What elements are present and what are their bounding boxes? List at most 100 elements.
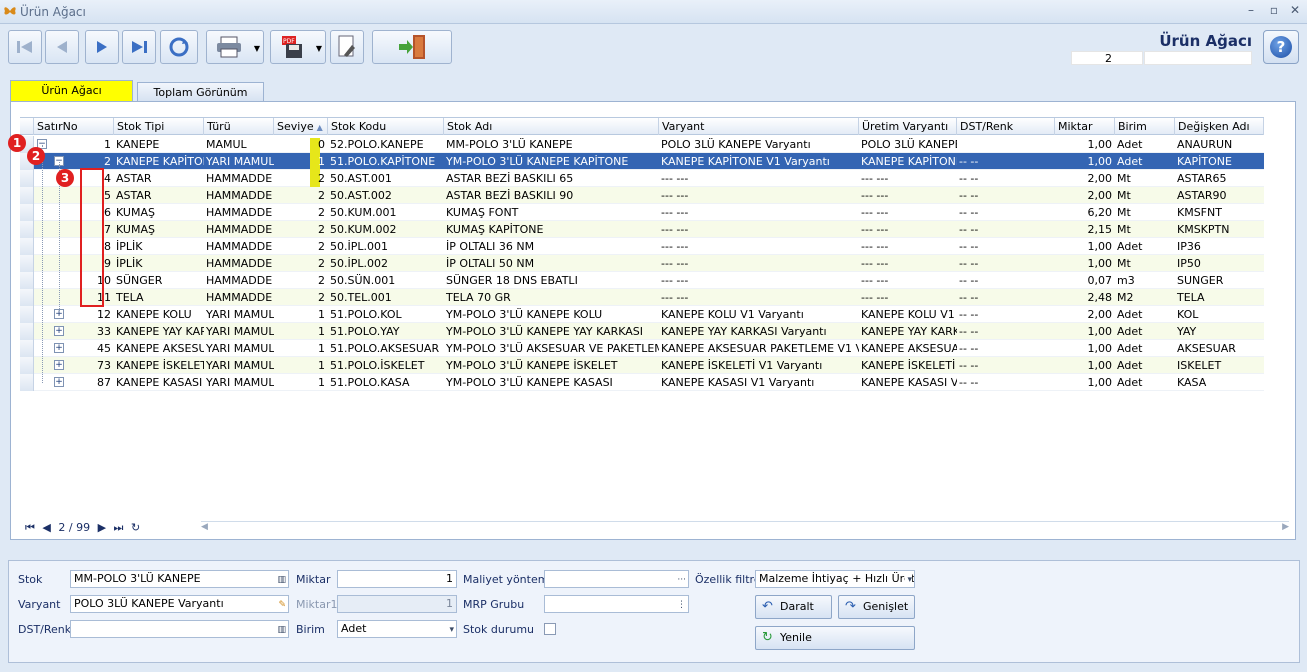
header-birim[interactable]: Birim [1115, 118, 1175, 135]
lookup-icon[interactable]: ▥ [277, 572, 286, 587]
row-indicator[interactable] [20, 255, 34, 272]
table-row[interactable]: +12 KANEPE KOLU YARI MAMUL 1 51.POLO.KOL YM-P… [20, 306, 1264, 323]
refresh-button[interactable] [160, 30, 198, 64]
tab-toplam-gorunum[interactable]: Toplam Görünüm [137, 82, 264, 102]
header-stok-kodu[interactable]: Stok Kodu [328, 118, 444, 135]
header-satirno[interactable]: SatırNo [34, 118, 114, 135]
varyant-field[interactable]: POLO 3LÜ KANEPE Varyantı ✎ [70, 595, 289, 613]
cell-uretim: --- --- [861, 206, 889, 219]
dst-renk-field[interactable]: ▥ [70, 620, 289, 638]
cell-no: 12 [97, 308, 111, 321]
table-row[interactable]: 7 KUMAŞ HAMMADDE 2 50.KUM.002 KUMAŞ KAPİTONE -… [20, 221, 1264, 238]
row-indicator[interactable] [20, 340, 34, 357]
grid-header: SatırNo Stok Tipi Türü Seviye ▲ Stok Kodu… [20, 117, 1264, 135]
ozellik-filtre-select[interactable]: Malzeme İhtiyaç + Hızlı Üretim ▾ [755, 570, 915, 588]
grid-pager: ⏮ ◀ 2 / 99 ▶ ⏭ ↻ [25, 521, 144, 535]
last-record-button[interactable] [122, 30, 156, 64]
help-button[interactable]: ? [1263, 30, 1299, 64]
row-indicator[interactable] [20, 187, 34, 204]
next-record-button[interactable] [85, 30, 119, 64]
cell-miktar: 1,00 [1087, 138, 1113, 151]
birim-select[interactable]: Adet ▾ [337, 620, 457, 638]
tree-list-icon[interactable]: ⋮ [677, 597, 686, 612]
mrp-grubu-field[interactable]: ⋮ [544, 595, 689, 613]
cell-seviye: 1 [318, 308, 325, 321]
miktar-field[interactable]: 1 [337, 570, 457, 588]
cell-kodu: 51.POLO.İSKELET [330, 359, 425, 372]
cell-varyant: --- --- [661, 206, 689, 219]
lookup-icon[interactable]: ▥ [277, 622, 286, 637]
table-row[interactable]: 11 TELA HAMMADDE 2 50.TEL.001 TELA 70 GR --- -… [20, 289, 1264, 306]
table-row[interactable]: 6 KUMAŞ HAMMADDE 2 50.KUM.001 KUMAŞ FONT --- -… [20, 204, 1264, 221]
header-turu[interactable]: Türü [204, 118, 274, 135]
table-row[interactable]: +73 KANEPE İSKELETİ YARI MAMUL 1 51.POLO.İSK… [20, 357, 1264, 374]
row-indicator[interactable] [20, 357, 34, 374]
table-row[interactable]: −2KANEPE KAPİTONEYARI MAMUL151.POLO.KAPİ… [20, 153, 1264, 170]
table-row[interactable]: 8 İPLİK HAMMADDE 2 50.İPL.001 İP OLTALI 36 NM… [20, 238, 1264, 255]
ozellik-filtre-value: Malzeme İhtiyaç + Hızlı Üretim [759, 572, 915, 585]
exit-button[interactable] [372, 30, 452, 64]
yenile-button[interactable]: ↻ Yenile [755, 626, 915, 650]
table-row[interactable]: +87 KANEPE KASASI YARI MAMUL 1 51.POLO.KASA Y… [20, 374, 1264, 391]
stok-durumu-checkbox[interactable] [544, 623, 556, 635]
print-button[interactable]: ▼ [206, 30, 264, 64]
restore-button[interactable]: ▫ [1265, 3, 1283, 19]
table-row[interactable]: 5 ASTAR HAMMADDE 2 50.AST.002 ASTAR BEZİ BASK… [20, 187, 1264, 204]
row-indicator[interactable] [20, 323, 34, 340]
pager-last-icon[interactable]: ⏭ [114, 521, 124, 534]
table-row[interactable]: +33KANEPE YAY KARKASIYARI MAMUL151.POLO.… [20, 323, 1264, 340]
maliyet-field[interactable]: ··· [544, 570, 689, 588]
header-seviye[interactable]: Seviye ▲ [274, 118, 328, 135]
scroll-right-icon[interactable]: ▶ [1282, 522, 1289, 532]
row-indicator[interactable] [20, 272, 34, 289]
header-varyant[interactable]: Varyant [659, 118, 859, 135]
export-pdf-button[interactable]: PDF ▼ [270, 30, 326, 64]
row-indicator[interactable] [20, 221, 34, 238]
tree-grid: SatırNo Stok Tipi Türü Seviye ▲ Stok Kodu… [10, 101, 1296, 540]
varyant-value: POLO 3LÜ KANEPE Varyantı [74, 597, 224, 610]
table-row[interactable]: 10 SÜNGER HAMMADDE 2 50.SÜN.001 SÜNGER 18 DNS… [20, 272, 1264, 289]
table-row[interactable]: 4 ASTAR HAMMADDE 2 50.AST.001 ASTAR BEZİ BASK… [20, 170, 1264, 187]
cell-no: 87 [97, 376, 111, 389]
header-uretim-varyanti[interactable]: Üretim Varyantı [859, 118, 957, 135]
cell-uretim: KANEPE İSKELETİ V [861, 359, 957, 372]
prev-icon [57, 41, 67, 53]
ellipsis-icon[interactable]: ··· [677, 572, 686, 587]
settings-button[interactable] [330, 30, 364, 64]
pager-refresh-icon[interactable]: ↻ [131, 521, 140, 534]
cell-turu: YARI MAMUL [206, 359, 274, 372]
header-degisken-adi[interactable]: Değişken Adı [1175, 118, 1264, 135]
first-record-button[interactable] [8, 30, 42, 64]
cell-adi: KUMAŞ FONT [446, 206, 519, 219]
scroll-left-icon[interactable]: ◀ [201, 522, 208, 532]
tab-urun-agaci[interactable]: Ürün Ağacı [10, 80, 133, 102]
header-miktar[interactable]: Miktar [1055, 118, 1115, 135]
cell-dst [957, 136, 1055, 153]
row-indicator[interactable] [20, 306, 34, 323]
table-row[interactable]: +45KANEPE AKSESUARYARI MAMUL151.POLO.AKS… [20, 340, 1264, 357]
dst-renk-label: DST/Renk [18, 623, 72, 636]
close-button[interactable]: ✕ [1286, 3, 1304, 19]
table-row[interactable]: 9 İPLİK HAMMADDE 2 50.İPL.002 İP OLTALI 50 NM… [20, 255, 1264, 272]
header-dst-renk[interactable]: DST/Renk [957, 118, 1055, 135]
stok-field[interactable]: MM-POLO 3'LÜ KANEPE ▥ [70, 570, 289, 588]
cell-miktar: 6,20 [1087, 206, 1113, 219]
genislet-button[interactable]: ↷ Genişlet [838, 595, 915, 619]
row-indicator[interactable] [20, 374, 34, 391]
edit-pencil-icon[interactable]: ✎ [278, 597, 286, 612]
row-indicator[interactable] [20, 289, 34, 306]
header-stok-adi[interactable]: Stok Adı [444, 118, 659, 135]
table-row[interactable]: −1 KANEPE MAMUL 0 52.POLO.KANEPE MM-POLO 3'LÜ… [20, 136, 1264, 155]
prev-record-button[interactable] [45, 30, 79, 64]
cell-seviye: 1 [318, 155, 325, 168]
daralt-button[interactable]: ↶ Daralt [755, 595, 832, 619]
row-indicator[interactable] [20, 238, 34, 255]
minimize-button[interactable]: – [1242, 3, 1260, 19]
pager-next-icon[interactable]: ▶ [98, 521, 106, 534]
row-indicator[interactable] [20, 170, 34, 187]
horizontal-scrollbar[interactable]: ◀ ▶ [201, 521, 1289, 535]
header-stok-tipi[interactable]: Stok Tipi [114, 118, 204, 135]
row-indicator[interactable] [20, 204, 34, 221]
pager-first-icon[interactable]: ⏮ [25, 521, 35, 534]
pager-prev-icon[interactable]: ◀ [42, 521, 50, 534]
